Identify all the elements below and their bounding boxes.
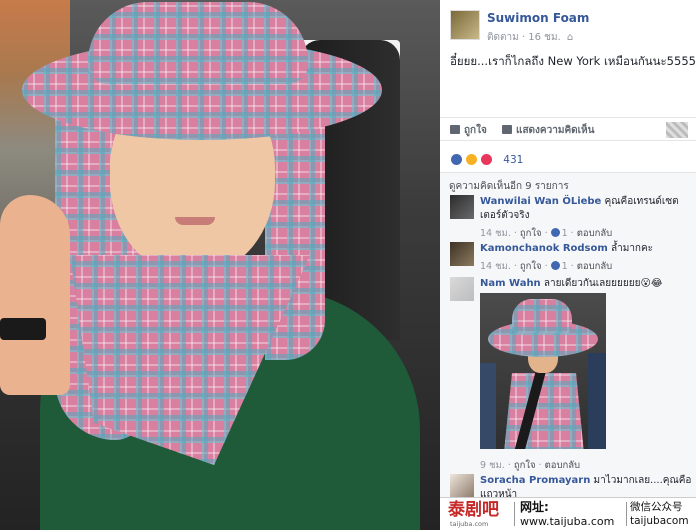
meta-dot: ·	[513, 228, 517, 239]
author-name[interactable]: Suwimon Foam	[487, 11, 589, 25]
hat-crown	[88, 2, 308, 84]
author-avatar[interactable]	[450, 10, 480, 40]
meta-dot: ·	[513, 261, 517, 272]
comment-meta: 14 ชม. · ถูกใจ · 1 · ตอบกลับ	[480, 226, 612, 241]
commenter-name[interactable]: Soracha Promayarn	[480, 475, 590, 486]
comment-photo[interactable]	[480, 293, 606, 449]
site-logo: 泰剧吧 taijuba.com	[448, 500, 508, 528]
comment-time[interactable]: 14 ชม.	[480, 261, 511, 272]
comment-time[interactable]: 9 ชม.	[480, 460, 505, 471]
comment-body: Nam Wahn ลายเดียวกันเลยยยยยย😮😂	[480, 277, 692, 291]
post-actions: ถูกใจ แสดงความคิดเห็น	[440, 117, 696, 141]
love-reaction-icon	[480, 153, 494, 166]
wechat-label: 微信公众号	[630, 501, 683, 513]
comment-reply-link[interactable]: ตอบกลับ	[545, 460, 581, 471]
post-meta: ติดตาม · 16 ชม. ⌂	[487, 30, 573, 45]
photo-plaid-outfit	[504, 373, 584, 449]
like-count-icon	[550, 261, 560, 270]
comment-like-link[interactable]: ถูกใจ	[520, 261, 542, 272]
meta-dot: ·	[570, 228, 574, 239]
audience-icon: ⌂	[566, 32, 574, 43]
wechat-id: taijubacom	[630, 515, 689, 527]
site-label: 网址:	[520, 500, 549, 514]
meta-dot: ·	[507, 460, 511, 471]
logo-subtext: taijuba.com	[450, 520, 489, 528]
commenter-avatar[interactable]	[450, 242, 474, 266]
meta-dot: ·	[538, 460, 542, 471]
commenter-avatar[interactable]	[450, 195, 474, 219]
commenter-avatar[interactable]	[450, 277, 474, 301]
comment-text: ลายเดียวกันเลยยยยยย😮😂	[543, 278, 663, 289]
site-url: www.taijuba.com	[520, 515, 615, 528]
hand	[0, 195, 70, 395]
comment-text: ล้ำมากคะ	[610, 243, 654, 254]
divider	[626, 502, 627, 526]
share-thumbnail[interactable]	[666, 122, 688, 138]
comment-body: Wanwilai Wan ÖLiebe คุณคือเทรนด์เซตเตอร์…	[480, 195, 692, 223]
mouth	[175, 217, 215, 225]
reactions-summary[interactable]: 431	[450, 149, 524, 166]
photo-hat-crown	[512, 299, 572, 333]
comment-button[interactable]: แสดงความคิดเห็น	[502, 123, 594, 138]
post-photo[interactable]	[0, 0, 440, 530]
comment-body: Kamonchanok Rodsom ล้ำมากคะ	[480, 242, 692, 256]
wechat-info: 微信公众号 taijubacom	[630, 500, 689, 528]
divider	[514, 502, 515, 526]
commenter-name[interactable]: Wanwilai Wan ÖLiebe	[480, 196, 601, 207]
comment-time[interactable]: 14 ชม.	[480, 228, 511, 239]
comment-meta: 9 ชม. · ถูกใจ · ตอบกลับ	[480, 458, 580, 473]
comment-reply-link[interactable]: ตอบกลับ	[577, 261, 613, 272]
like-label: ถูกใจ	[464, 125, 487, 136]
comment-like-link[interactable]: ถูกใจ	[514, 460, 536, 471]
follow-link[interactable]: ติดตาม	[487, 32, 519, 43]
wrist-watch	[0, 318, 46, 340]
like-reaction-icon	[450, 153, 463, 166]
comment-label: แสดงความคิดเห็น	[516, 125, 595, 136]
like-button[interactable]: ถูกใจ	[450, 123, 487, 138]
comment-reply-link[interactable]: ตอบกลับ	[577, 228, 613, 239]
meta-dot: ·	[544, 228, 548, 239]
meta-dot: ·	[570, 261, 574, 272]
reaction-count: 431	[503, 153, 524, 166]
logo-text: 泰剧吧	[448, 500, 499, 520]
comment-like-count: 1	[561, 228, 568, 239]
post-text: อี๋ยยย...เราก็ไกลถึง New York เหมือนกันน…	[450, 54, 696, 68]
speech-bubble-icon	[502, 125, 512, 134]
photo-bystander-right	[588, 353, 606, 449]
like-count-icon	[550, 228, 560, 237]
comment-meta: 14 ชม. · ถูกใจ · 1 · ตอบกลับ	[480, 259, 612, 274]
thumbs-up-icon	[450, 125, 460, 134]
commenter-name[interactable]: Nam Wahn	[480, 278, 541, 289]
commenter-avatar[interactable]	[450, 474, 474, 498]
photo-bystander-left	[480, 363, 496, 449]
comment-like-count: 1	[561, 261, 568, 272]
post-time[interactable]: 16 ชม.	[528, 32, 560, 43]
post-header: Suwimon Foam ติดตาม · 16 ชม. ⌂	[450, 10, 686, 44]
view-more-comments[interactable]: ดูความคิดเห็นอีก 9 รายการ	[449, 179, 569, 194]
commenter-name[interactable]: Kamonchanok Rodsom	[480, 243, 608, 254]
site-address: 网址: www.taijuba.com	[520, 500, 614, 529]
watermark-bar: 泰剧吧 taijuba.com 网址: www.taijuba.com 微信公众…	[440, 497, 696, 530]
comment-like-link[interactable]: ถูกใจ	[520, 228, 542, 239]
meta-dot: ·	[544, 261, 548, 272]
haha-reaction-icon	[465, 153, 479, 166]
post-panel: Suwimon Foam ติดตาม · 16 ชม. ⌂ อี๋ยยย...…	[440, 0, 696, 530]
